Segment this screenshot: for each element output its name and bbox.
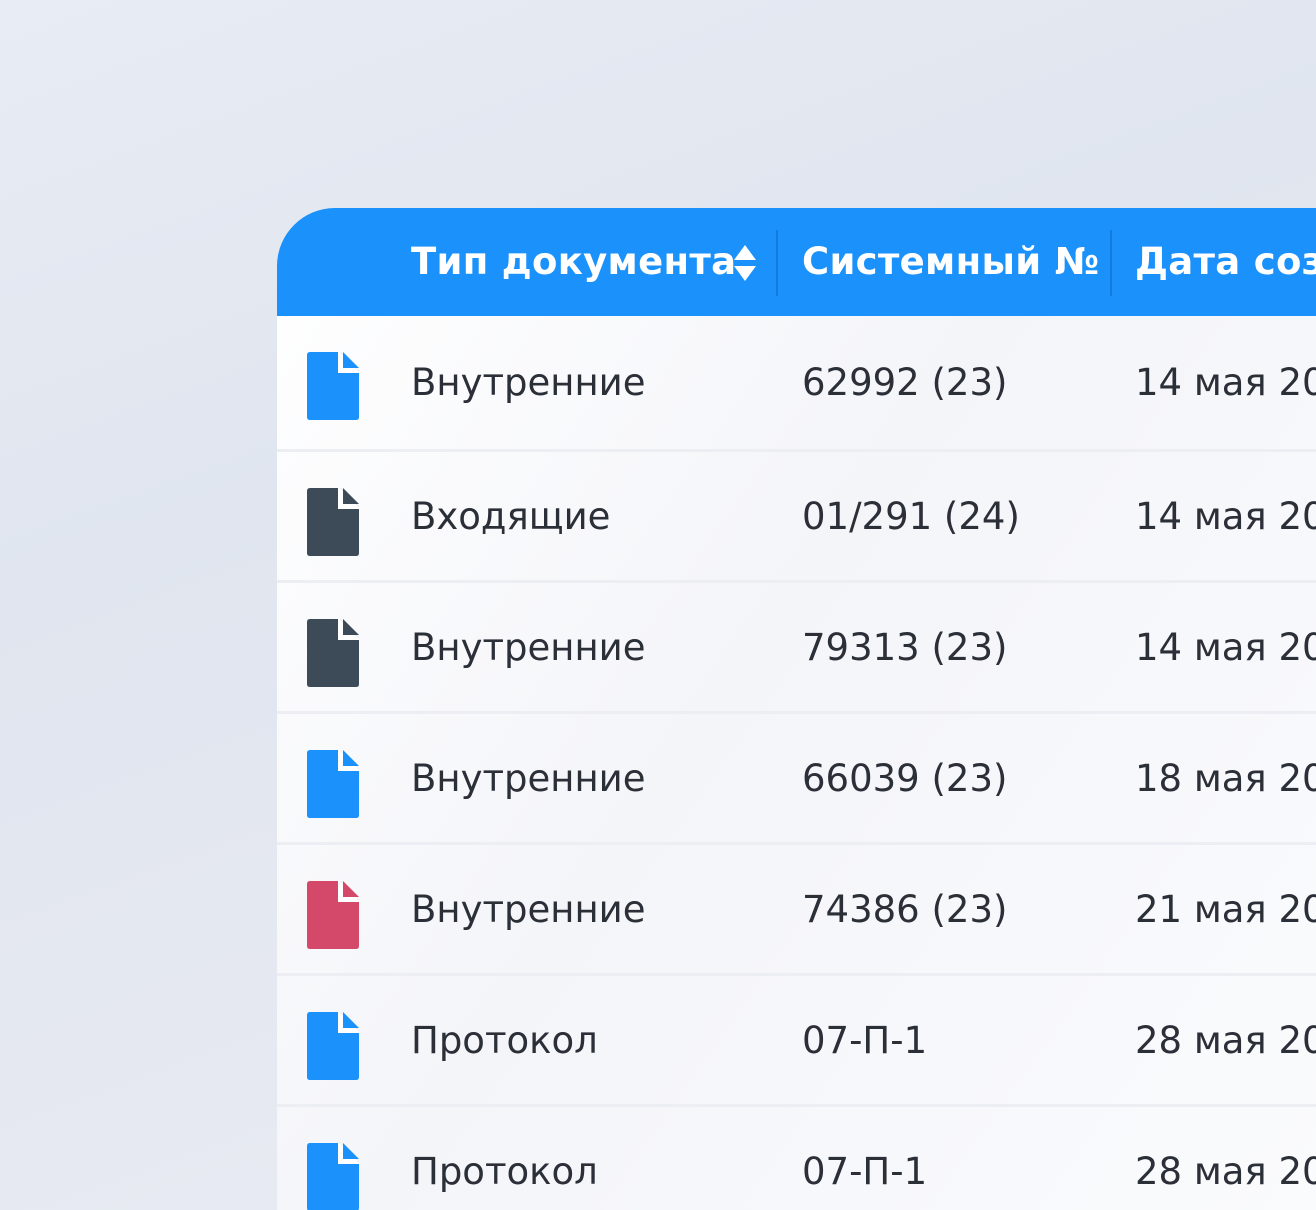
table-row[interactable]: Внутренние 79313 (23) 14 мая 20 — [277, 583, 1316, 714]
system-number-cell: 07-П-1 — [802, 1149, 928, 1193]
column-header-creation-date[interactable]: Дата созд — [1135, 208, 1316, 316]
document-type-cell: Протокол — [411, 1149, 598, 1193]
document-type-cell: Внутренние — [411, 361, 646, 404]
creation-date-cell: 14 мая 20 — [1135, 494, 1316, 538]
table-row[interactable]: Протокол 07-П-1 28 мая 20 — [277, 976, 1316, 1107]
table-row[interactable]: Входящие 01/291 (24) 14 мая 20 — [277, 452, 1316, 583]
column-header-system-number[interactable]: Системный № — [802, 208, 1099, 316]
file-icon — [307, 1143, 359, 1210]
table-row[interactable]: Внутренние 74386 (23) 21 мая 20 — [277, 845, 1316, 976]
table-header: Тип документа Системный № Дата созд — [277, 208, 1316, 316]
creation-date-cell: 28 мая 20 — [1135, 1018, 1316, 1062]
creation-date-cell: 28 мая 20 — [1135, 1149, 1316, 1193]
file-icon — [307, 1012, 359, 1080]
document-type-cell: Протокол — [411, 1018, 598, 1062]
table-row[interactable]: Протокол 07-П-1 28 мая 20 — [277, 1107, 1316, 1210]
column-divider[interactable] — [776, 230, 778, 296]
system-number-cell: 07-П-1 — [802, 1018, 928, 1062]
system-number-cell: 79313 (23) — [802, 625, 1008, 669]
table-row[interactable]: Внутренние 62992 (23) 14 мая 20 — [277, 316, 1316, 452]
sort-icon[interactable] — [733, 244, 757, 282]
system-number-cell: 74386 (23) — [802, 887, 1008, 931]
document-type-cell: Внутренние — [411, 625, 646, 669]
table-row[interactable]: Внутренние 66039 (23) 18 мая 20 — [277, 714, 1316, 845]
document-type-cell: Внутренние — [411, 756, 646, 800]
column-header-document-type[interactable]: Тип документа — [411, 208, 736, 316]
file-icon — [307, 619, 359, 687]
file-icon — [307, 750, 359, 818]
file-icon — [307, 352, 359, 420]
file-icon — [307, 881, 359, 949]
creation-date-cell: 18 мая 20 — [1135, 756, 1316, 800]
creation-date-cell: 21 мая 20 — [1135, 887, 1316, 931]
system-number-cell: 62992 (23) — [802, 361, 1008, 404]
file-icon — [307, 488, 359, 556]
system-number-cell: 01/291 (24) — [802, 494, 1020, 538]
document-type-cell: Внутренние — [411, 887, 646, 931]
document-type-cell: Входящие — [411, 494, 611, 538]
column-divider[interactable] — [1110, 230, 1112, 296]
creation-date-cell: 14 мая 20 — [1135, 625, 1316, 669]
documents-table: Тип документа Системный № Дата созд Внут… — [277, 208, 1316, 1210]
system-number-cell: 66039 (23) — [802, 756, 1008, 800]
creation-date-cell: 14 мая 20 — [1135, 361, 1316, 404]
table-body: Внутренние 62992 (23) 14 мая 20 Входящие 01/… — [277, 316, 1316, 1210]
